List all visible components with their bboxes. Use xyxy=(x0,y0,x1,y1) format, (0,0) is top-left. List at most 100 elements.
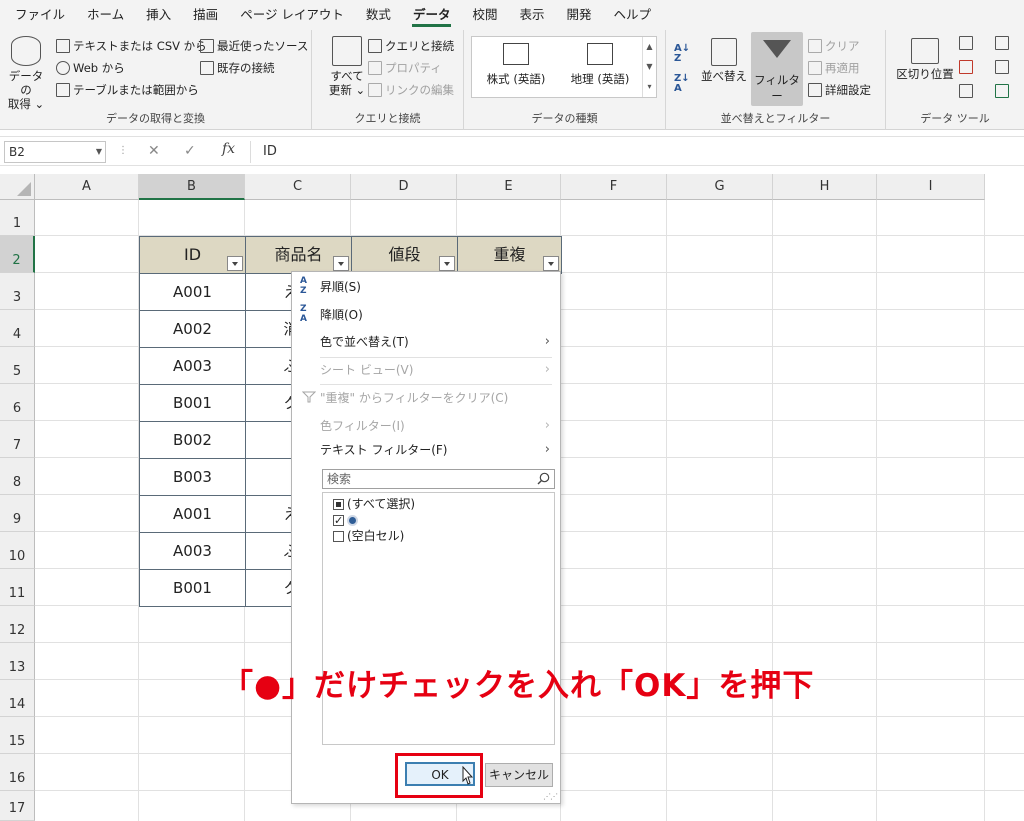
advanced-filter-button[interactable]: 詳細設定 xyxy=(808,82,871,98)
table-cell-id[interactable]: A003 xyxy=(139,347,246,385)
filter-button[interactable]: フィルター xyxy=(751,32,803,106)
sort-ascending-item[interactable]: AZ 昇順(S) xyxy=(292,274,560,300)
name-box-dropdown-icon[interactable]: ▼ xyxy=(96,142,102,162)
clear-filter-button[interactable]: クリア xyxy=(808,38,860,54)
remove-duplicates-icon[interactable] xyxy=(959,60,973,74)
table-cell-id[interactable]: A002 xyxy=(139,310,246,348)
geography-data-type-button[interactable]: 地理 (英語) xyxy=(560,41,640,87)
filter-search-input[interactable]: 検索 xyxy=(322,469,555,489)
gallery-scroll[interactable]: ▲ ▼ ▾ xyxy=(642,37,656,97)
properties-button[interactable]: プロパティ xyxy=(368,60,442,76)
blank-cells-option[interactable]: (空白セル) xyxy=(333,527,404,545)
sort-za-button[interactable]: Z↓ A xyxy=(674,74,690,94)
ribbon-tab-6[interactable]: データ xyxy=(402,0,462,30)
insert-function-icon[interactable]: fx xyxy=(222,141,235,157)
consolidate-icon[interactable] xyxy=(995,36,1009,50)
ribbon-tab-7[interactable]: 校閲 xyxy=(461,0,508,30)
select-all-checkbox[interactable] xyxy=(333,498,344,510)
reapply-button[interactable]: 再適用 xyxy=(808,60,860,76)
stocks-data-type-button[interactable]: 株式 (英語) xyxy=(476,41,556,87)
filter-dropdown-button[interactable] xyxy=(439,256,455,271)
ribbon-tab-4[interactable]: ページ レイアウト xyxy=(229,0,355,30)
row-header-17[interactable]: 17 xyxy=(0,791,35,821)
table-header-cell[interactable]: ID xyxy=(139,236,246,274)
sheet-view-item[interactable]: シート ビュー(V) › xyxy=(292,357,560,383)
row-header-13[interactable]: 13 xyxy=(0,643,35,680)
column-header-e[interactable]: E xyxy=(457,174,561,200)
from-table-button[interactable]: テーブルまたは範囲から xyxy=(56,82,199,98)
queries-connections-button[interactable]: クエリと接続 xyxy=(368,38,454,54)
from-web-button[interactable]: Web から xyxy=(56,60,125,76)
column-header-i[interactable]: I xyxy=(877,174,985,200)
flash-fill-icon[interactable] xyxy=(959,36,973,50)
sort-az-button[interactable]: A↓ Z xyxy=(674,44,690,64)
ribbon-tab-8[interactable]: 表示 xyxy=(508,0,555,30)
column-header-g[interactable]: G xyxy=(667,174,773,200)
row-header-8[interactable]: 8 xyxy=(0,458,35,495)
from-text-csv-button[interactable]: テキストまたは CSV から xyxy=(56,38,207,54)
row-header-5[interactable]: 5 xyxy=(0,347,35,384)
relationships-icon[interactable] xyxy=(995,60,1009,74)
sort-button[interactable]: 並べ替え xyxy=(700,38,748,83)
filter-dropdown-button[interactable] xyxy=(227,256,243,271)
ribbon-tab-10[interactable]: ヘルプ xyxy=(603,0,663,30)
row-header-4[interactable]: 4 xyxy=(0,310,35,347)
table-cell-id[interactable]: A001 xyxy=(139,273,246,311)
table-header-cell[interactable]: 商品名 xyxy=(245,236,352,274)
blank-cells-checkbox[interactable] xyxy=(333,530,344,542)
table-cell-id[interactable]: B002 xyxy=(139,421,246,459)
column-header-h[interactable]: H xyxy=(773,174,877,200)
sort-descending-item[interactable]: ZA 降順(O) xyxy=(292,302,560,328)
get-data-button[interactable]: データの 取得 ⌄ xyxy=(6,36,46,111)
table-header-cell[interactable]: 重複 xyxy=(457,236,562,274)
table-cell-id[interactable]: A003 xyxy=(139,532,246,570)
ribbon-tab-5[interactable]: 数式 xyxy=(355,0,402,30)
circle-value-checkbox[interactable] xyxy=(333,512,344,530)
row-header-1[interactable]: 1 xyxy=(0,200,35,236)
row-header-15[interactable]: 15 xyxy=(0,717,35,754)
cancel-entry-icon[interactable]: ✕ xyxy=(148,143,160,159)
select-all-corner[interactable] xyxy=(0,174,35,200)
table-cell-id[interactable]: B003 xyxy=(139,458,246,496)
recent-sources-button[interactable]: 最近使ったソース xyxy=(200,38,308,54)
row-header-12[interactable]: 12 xyxy=(0,606,35,643)
column-header-d[interactable]: D xyxy=(351,174,457,200)
ribbon-tab-3[interactable]: 描画 xyxy=(182,0,229,30)
color-filter-item[interactable]: 色フィルター(I) › xyxy=(292,413,560,439)
table-cell-id[interactable]: B001 xyxy=(139,569,246,607)
row-header-14[interactable]: 14 xyxy=(0,680,35,717)
table-cell-id[interactable]: A001 xyxy=(139,495,246,533)
row-header-9[interactable]: 9 xyxy=(0,495,35,532)
row-header-3[interactable]: 3 xyxy=(0,273,35,310)
ribbon-tab-2[interactable]: 挿入 xyxy=(135,0,182,30)
sort-by-color-item[interactable]: 色で並べ替え(T) › xyxy=(292,329,560,355)
cancel-button[interactable]: キャンセル xyxy=(485,763,553,787)
edit-links-button[interactable]: リンクの編集 xyxy=(368,82,454,98)
ribbon-tab-1[interactable]: ホーム xyxy=(76,0,135,30)
table-header-cell[interactable]: 値段 xyxy=(351,236,458,274)
refresh-all-button[interactable]: すべて 更新 ⌄ xyxy=(324,36,370,97)
ribbon-tab-9[interactable]: 開発 xyxy=(555,0,602,30)
clear-filter-item[interactable]: "重複" からフィルターをクリア(C) xyxy=(292,385,560,411)
row-header-6[interactable]: 6 xyxy=(0,384,35,421)
data-validation-icon[interactable] xyxy=(959,84,973,98)
name-box[interactable]: B2 ▼ xyxy=(4,141,106,163)
text-to-columns-button[interactable]: 区切り位置 xyxy=(896,38,954,81)
row-header-11[interactable]: 11 xyxy=(0,569,35,606)
column-header-a[interactable]: A xyxy=(35,174,139,200)
row-header-10[interactable]: 10 xyxy=(0,532,35,569)
text-filter-item[interactable]: テキスト フィルター(F) › xyxy=(292,437,560,463)
row-header-7[interactable]: 7 xyxy=(0,421,35,458)
resize-grip-icon[interactable]: ⋰⋰ xyxy=(543,792,558,801)
row-header-2[interactable]: 2 xyxy=(0,236,35,273)
ribbon-tab-0[interactable]: ファイル xyxy=(4,0,76,30)
formula-input[interactable]: ID xyxy=(250,141,277,163)
row-header-16[interactable]: 16 xyxy=(0,754,35,791)
filter-dropdown-button[interactable] xyxy=(333,256,349,271)
column-header-f[interactable]: F xyxy=(561,174,667,200)
existing-connections-button[interactable]: 既存の接続 xyxy=(200,60,275,76)
filter-dropdown-button[interactable] xyxy=(543,256,559,271)
column-header-b[interactable]: B xyxy=(139,174,245,200)
table-cell-id[interactable]: B001 xyxy=(139,384,246,422)
confirm-entry-icon[interactable]: ✓ xyxy=(184,143,196,159)
